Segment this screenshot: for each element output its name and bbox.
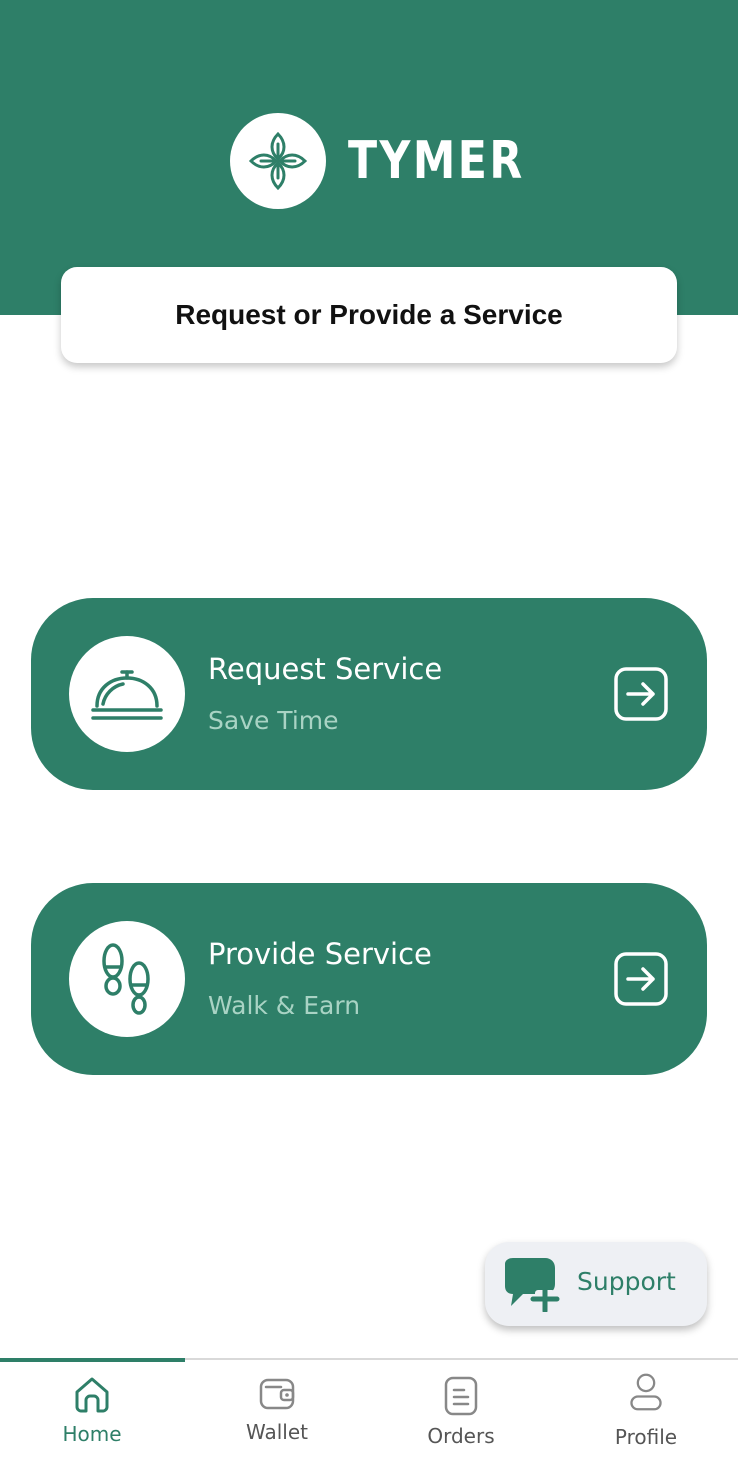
page-title-card: Request or Provide a Service: [61, 267, 677, 363]
nav-item-profile[interactable]: Profile: [554, 1360, 738, 1460]
nav-item-orders[interactable]: Orders: [369, 1360, 553, 1460]
provide-service-subtitle: Walk & Earn: [208, 991, 361, 1020]
request-service-title: Request Service: [208, 652, 443, 686]
request-service-icon-circle: [69, 636, 185, 752]
request-service-card[interactable]: Request Service Save Time: [31, 598, 707, 790]
brand-name: TYMER: [348, 131, 525, 191]
cloche-icon: [91, 670, 163, 720]
support-label: Support: [577, 1267, 676, 1296]
nav-label-orders: Orders: [427, 1424, 495, 1448]
arrow-right-square-icon[interactable]: [613, 666, 669, 722]
nav-label-wallet: Wallet: [245, 1420, 308, 1444]
orders-icon: [444, 1376, 478, 1416]
provide-service-card[interactable]: Provide Service Walk & Earn: [31, 883, 707, 1075]
logo-mark: [230, 113, 326, 209]
nav-label-home: Home: [62, 1422, 122, 1446]
nav-item-home[interactable]: Home: [0, 1360, 184, 1460]
wallet-icon: [259, 1378, 295, 1410]
profile-icon: [630, 1373, 662, 1411]
home-icon: [75, 1377, 109, 1413]
provide-service-icon-circle: [69, 921, 185, 1037]
arrow-right-square-icon[interactable]: [613, 951, 669, 1007]
bottom-nav: Home Wallet Orders Profile: [0, 1358, 738, 1460]
nav-label-profile: Profile: [614, 1425, 678, 1449]
support-button[interactable]: Support: [485, 1242, 707, 1326]
leaf-logo-icon: [248, 131, 308, 191]
chat-plus-icon: [505, 1258, 560, 1312]
provide-service-title: Provide Service: [208, 937, 432, 971]
nav-item-wallet[interactable]: Wallet: [185, 1360, 369, 1460]
footprints-icon: [102, 943, 150, 1015]
app-logo: TYMER: [230, 113, 563, 209]
request-service-subtitle: Save Time: [208, 706, 339, 735]
page-title: Request or Provide a Service: [175, 299, 563, 330]
